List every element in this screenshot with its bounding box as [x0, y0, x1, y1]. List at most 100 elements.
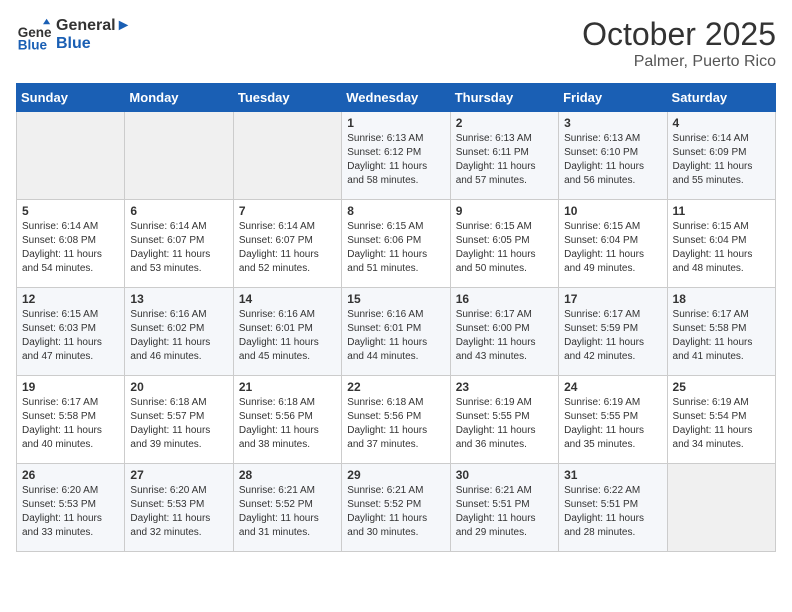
calendar-cell: [233, 112, 341, 200]
day-info: Sunrise: 6:15 AM Sunset: 6:03 PM Dayligh…: [22, 308, 119, 364]
day-info: Sunrise: 6:17 AM Sunset: 5:59 PM Dayligh…: [564, 308, 661, 364]
calendar-cell: 23 Sunrise: 6:19 AM Sunset: 5:55 PM Dayli…: [450, 376, 558, 464]
calendar-cell: 24 Sunrise: 6:19 AM Sunset: 5:55 PM Dayli…: [559, 376, 667, 464]
day-info: Sunrise: 6:14 AM Sunset: 6:08 PM Dayligh…: [22, 220, 119, 276]
calendar-week-row: 5 Sunrise: 6:14 AM Sunset: 6:08 PM Daylig…: [17, 200, 776, 288]
day-number: 20: [130, 380, 227, 394]
day-info: Sunrise: 6:21 AM Sunset: 5:52 PM Dayligh…: [347, 484, 444, 540]
day-number: 13: [130, 292, 227, 306]
day-number: 29: [347, 468, 444, 482]
day-info: Sunrise: 6:17 AM Sunset: 6:00 PM Dayligh…: [456, 308, 553, 364]
day-number: 24: [564, 380, 661, 394]
day-number: 27: [130, 468, 227, 482]
day-number: 7: [239, 204, 336, 218]
calendar-cell: 2 Sunrise: 6:13 AM Sunset: 6:11 PM Daylig…: [450, 112, 558, 200]
day-number: 30: [456, 468, 553, 482]
day-number: 9: [456, 204, 553, 218]
day-info: Sunrise: 6:13 AM Sunset: 6:12 PM Dayligh…: [347, 132, 444, 188]
day-number: 2: [456, 116, 553, 130]
calendar-cell: 12 Sunrise: 6:15 AM Sunset: 6:03 PM Dayli…: [17, 288, 125, 376]
day-number: 18: [673, 292, 770, 306]
header-tuesday: Tuesday: [233, 84, 341, 112]
calendar-week-row: 1 Sunrise: 6:13 AM Sunset: 6:12 PM Daylig…: [17, 112, 776, 200]
calendar-cell: 22 Sunrise: 6:18 AM Sunset: 5:56 PM Dayli…: [342, 376, 450, 464]
calendar-cell: 6 Sunrise: 6:14 AM Sunset: 6:07 PM Daylig…: [125, 200, 233, 288]
day-info: Sunrise: 6:16 AM Sunset: 6:02 PM Dayligh…: [130, 308, 227, 364]
calendar-cell: 29 Sunrise: 6:21 AM Sunset: 5:52 PM Dayli…: [342, 464, 450, 552]
day-number: 5: [22, 204, 119, 218]
calendar-cell: 1 Sunrise: 6:13 AM Sunset: 6:12 PM Daylig…: [342, 112, 450, 200]
page-header: General Blue General► Blue October 2025 …: [16, 16, 776, 71]
day-number: 21: [239, 380, 336, 394]
svg-text:Blue: Blue: [18, 37, 48, 52]
calendar-cell: 20 Sunrise: 6:18 AM Sunset: 5:57 PM Dayli…: [125, 376, 233, 464]
day-info: Sunrise: 6:13 AM Sunset: 6:11 PM Dayligh…: [456, 132, 553, 188]
day-info: Sunrise: 6:14 AM Sunset: 6:07 PM Dayligh…: [130, 220, 227, 276]
day-info: Sunrise: 6:16 AM Sunset: 6:01 PM Dayligh…: [239, 308, 336, 364]
day-number: 16: [456, 292, 553, 306]
header-wednesday: Wednesday: [342, 84, 450, 112]
day-number: 15: [347, 292, 444, 306]
day-info: Sunrise: 6:15 AM Sunset: 6:06 PM Dayligh…: [347, 220, 444, 276]
calendar-cell: [667, 464, 775, 552]
day-info: Sunrise: 6:20 AM Sunset: 5:53 PM Dayligh…: [130, 484, 227, 540]
day-number: 4: [673, 116, 770, 130]
day-number: 25: [673, 380, 770, 394]
day-number: 3: [564, 116, 661, 130]
day-info: Sunrise: 6:19 AM Sunset: 5:55 PM Dayligh…: [564, 396, 661, 452]
day-info: Sunrise: 6:15 AM Sunset: 6:04 PM Dayligh…: [564, 220, 661, 276]
header-friday: Friday: [559, 84, 667, 112]
day-info: Sunrise: 6:21 AM Sunset: 5:51 PM Dayligh…: [456, 484, 553, 540]
calendar-week-row: 26 Sunrise: 6:20 AM Sunset: 5:53 PM Dayli…: [17, 464, 776, 552]
day-number: 8: [347, 204, 444, 218]
calendar-cell: 17 Sunrise: 6:17 AM Sunset: 5:59 PM Dayli…: [559, 288, 667, 376]
header-thursday: Thursday: [450, 84, 558, 112]
calendar-cell: 21 Sunrise: 6:18 AM Sunset: 5:56 PM Dayli…: [233, 376, 341, 464]
calendar-cell: 8 Sunrise: 6:15 AM Sunset: 6:06 PM Daylig…: [342, 200, 450, 288]
title-block: October 2025 Palmer, Puerto Rico: [582, 16, 776, 71]
header-monday: Monday: [125, 84, 233, 112]
day-info: Sunrise: 6:15 AM Sunset: 6:04 PM Dayligh…: [673, 220, 770, 276]
day-number: 23: [456, 380, 553, 394]
day-number: 12: [22, 292, 119, 306]
calendar-cell: [125, 112, 233, 200]
calendar-cell: 14Sunrise: 6:16 AM Sunset: 6:01 PM Dayli…: [233, 288, 341, 376]
day-number: 17: [564, 292, 661, 306]
day-info: Sunrise: 6:16 AM Sunset: 6:01 PM Dayligh…: [347, 308, 444, 364]
day-info: Sunrise: 6:22 AM Sunset: 5:51 PM Dayligh…: [564, 484, 661, 540]
day-info: Sunrise: 6:19 AM Sunset: 5:54 PM Dayligh…: [673, 396, 770, 452]
calendar-cell: 7 Sunrise: 6:14 AM Sunset: 6:07 PM Daylig…: [233, 200, 341, 288]
day-number: 11: [673, 204, 770, 218]
day-info: Sunrise: 6:17 AM Sunset: 5:58 PM Dayligh…: [673, 308, 770, 364]
day-info: Sunrise: 6:18 AM Sunset: 5:56 PM Dayligh…: [239, 396, 336, 452]
day-info: Sunrise: 6:19 AM Sunset: 5:55 PM Dayligh…: [456, 396, 553, 452]
calendar-table: SundayMondayTuesdayWednesdayThursdayFrid…: [16, 83, 776, 552]
calendar-cell: 31 Sunrise: 6:22 AM Sunset: 5:51 PM Dayli…: [559, 464, 667, 552]
day-info: Sunrise: 6:18 AM Sunset: 5:57 PM Dayligh…: [130, 396, 227, 452]
calendar-header-row: SundayMondayTuesdayWednesdayThursdayFrid…: [17, 84, 776, 112]
calendar-week-row: 12 Sunrise: 6:15 AM Sunset: 6:03 PM Dayli…: [17, 288, 776, 376]
day-number: 31: [564, 468, 661, 482]
calendar-cell: 27 Sunrise: 6:20 AM Sunset: 5:53 PM Dayli…: [125, 464, 233, 552]
header-sunday: Sunday: [17, 84, 125, 112]
calendar-cell: 3Sunrise: 6:13 AM Sunset: 6:10 PM Daylig…: [559, 112, 667, 200]
day-number: 1: [347, 116, 444, 130]
calendar-cell: 26Sunrise: 6:20 AM Sunset: 5:53 PM Dayli…: [17, 464, 125, 552]
day-info: Sunrise: 6:14 AM Sunset: 6:07 PM Dayligh…: [239, 220, 336, 276]
calendar-cell: 25 Sunrise: 6:19 AM Sunset: 5:54 PM Dayli…: [667, 376, 775, 464]
day-number: 6: [130, 204, 227, 218]
calendar-cell: 19Sunrise: 6:17 AM Sunset: 5:58 PM Dayli…: [17, 376, 125, 464]
day-info: Sunrise: 6:18 AM Sunset: 5:56 PM Dayligh…: [347, 396, 444, 452]
calendar-cell: 4Sunrise: 6:14 AM Sunset: 6:09 PM Daylig…: [667, 112, 775, 200]
calendar-cell: 11 Sunrise: 6:15 AM Sunset: 6:04 PM Dayli…: [667, 200, 775, 288]
calendar-week-row: 19Sunrise: 6:17 AM Sunset: 5:58 PM Dayli…: [17, 376, 776, 464]
day-info: Sunrise: 6:21 AM Sunset: 5:52 PM Dayligh…: [239, 484, 336, 540]
calendar-cell: 15 Sunrise: 6:16 AM Sunset: 6:01 PM Dayli…: [342, 288, 450, 376]
calendar-cell: 5 Sunrise: 6:14 AM Sunset: 6:08 PM Daylig…: [17, 200, 125, 288]
logo-text: General► Blue: [56, 16, 131, 53]
calendar-cell: 28Sunrise: 6:21 AM Sunset: 5:52 PM Dayli…: [233, 464, 341, 552]
calendar-cell: 9Sunrise: 6:15 AM Sunset: 6:05 PM Daylig…: [450, 200, 558, 288]
day-number: 26: [22, 468, 119, 482]
location: Palmer, Puerto Rico: [582, 53, 776, 71]
day-number: 22: [347, 380, 444, 394]
